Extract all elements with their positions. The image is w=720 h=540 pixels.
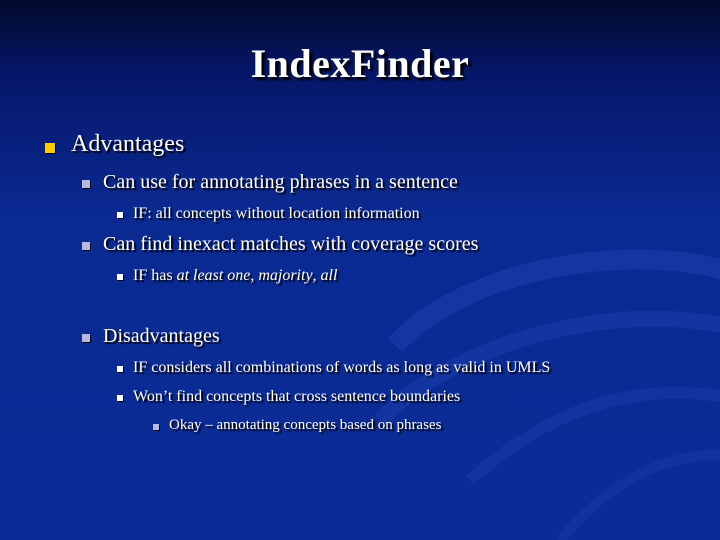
- coverage-majority: majority: [258, 267, 313, 284]
- separator: ,: [312, 267, 321, 284]
- bullet-if-has-coverage: IF has at least one, majority, all: [133, 267, 337, 285]
- bullet-level2-icon: [82, 180, 90, 188]
- bullet-level4-icon: [153, 424, 159, 430]
- slide-title: IndexFinder: [250, 41, 470, 86]
- bullet-inexact-matches: Can find inexact matches with coverage s…: [103, 233, 479, 255]
- bullet-level3-icon: [117, 395, 123, 401]
- bullet-level2-icon: [82, 242, 90, 250]
- bullet-level2-icon: [82, 334, 90, 342]
- bullet-level1-icon: [45, 143, 55, 153]
- bullet-if-all-concepts: IF: all concepts without location inform…: [133, 205, 420, 222]
- bullet-okay-phrases: Okay – annotating concepts based on phra…: [169, 417, 442, 433]
- coverage-all: all: [320, 267, 338, 284]
- bullet-advantages: Advantages: [71, 131, 185, 157]
- bullet-annotating-phrases: Can use for annotating phrases in a sent…: [103, 171, 458, 193]
- slide: IndexFinder Advantages Can use for annot…: [0, 0, 720, 540]
- bullet-level3-icon: [117, 366, 123, 372]
- bullet-level3-icon: [117, 274, 123, 280]
- bullet-text-prefix: IF has: [133, 267, 177, 284]
- bullet-if-considers-combinations: IF considers all combinations of words a…: [133, 359, 551, 376]
- coverage-at-least-one: at least one: [176, 267, 251, 284]
- bullet-level3-icon: [117, 212, 123, 218]
- bullet-disadvantages: Disadvantages: [103, 325, 220, 347]
- bullet-sentence-boundaries: Won’t find concepts that cross sentence …: [133, 388, 461, 405]
